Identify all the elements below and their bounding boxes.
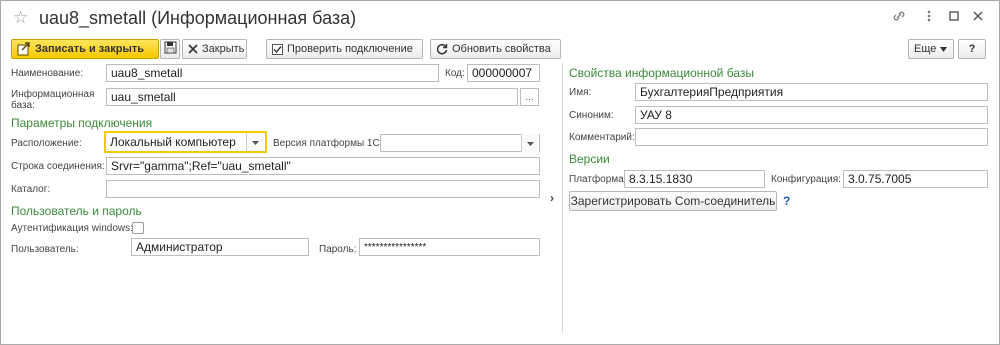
platform-field[interactable]: 8.3.15.1830 (624, 170, 765, 188)
password-field[interactable]: **************** (359, 238, 540, 256)
platform-version-label: Версия платформы 1С: (273, 138, 383, 149)
connection-params-heading: Параметры подключения (11, 116, 153, 130)
favorite-star-icon[interactable]: ☆ (13, 8, 28, 28)
more-menu-button[interactable]: Еще (908, 39, 954, 59)
user-password-heading: Пользователь и пароль (11, 204, 142, 218)
infobase-select-button[interactable]: ... (520, 88, 539, 106)
comment-label: Комментарий: (569, 132, 635, 143)
window-title: uau8_smetall (Информационная база) (39, 8, 357, 28)
windows-auth-label: Аутентификация windows: (11, 223, 133, 234)
save-and-close-button[interactable]: Записать и закрыть (11, 39, 159, 59)
more-label: Еще (914, 43, 937, 55)
close-x-icon (188, 44, 198, 54)
synonym-field[interactable]: УАУ 8 (635, 106, 988, 124)
comment-field[interactable] (635, 128, 988, 146)
register-com-label: Зарегистрировать Com-соединитель (570, 194, 776, 208)
user-label: Пользователь: (11, 244, 79, 255)
location-value: Локальный компьютер (110, 135, 236, 149)
link-icon[interactable] (892, 9, 910, 23)
floppy-disk-icon (164, 41, 177, 57)
configuration-label: Конфигурация: (771, 174, 841, 185)
location-label: Расположение: (11, 138, 82, 149)
more-vert-icon[interactable] (922, 9, 940, 23)
close-label: Закрыть (202, 43, 245, 55)
platform-label: Платформа: (569, 174, 627, 185)
chevron-down-icon (940, 43, 948, 55)
name-field[interactable]: uau8_smetall (106, 64, 439, 82)
close-button[interactable]: Закрыть (182, 39, 247, 59)
infobase-label-line2: база: (11, 100, 35, 111)
save-button[interactable] (160, 39, 180, 59)
ib-name-field[interactable]: БухгалтерияПредприятия (635, 83, 988, 101)
maximize-icon[interactable] (947, 9, 965, 23)
name-label: Наименование: (11, 68, 84, 79)
refresh-icon (436, 43, 448, 55)
platform-version-select[interactable] (380, 134, 540, 152)
platform-version-dropdown-button[interactable] (521, 134, 539, 152)
title-bar: ☆ uau8_smetall (Информационная база) (1, 1, 999, 35)
infobase-properties-heading: Свойства информационной базы (569, 66, 754, 80)
checkbox-icon (272, 43, 283, 55)
chevron-right-icon[interactable]: › (550, 191, 554, 205)
refresh-properties-button[interactable]: Обновить свойства (430, 39, 561, 59)
close-icon[interactable] (971, 9, 989, 23)
versions-heading: Версии (569, 152, 610, 166)
help-button[interactable]: ? (958, 39, 986, 59)
ib-name-label: Имя: (569, 87, 592, 98)
infobase-label-line1: Информационная (11, 89, 95, 100)
connection-string-label: Строка соединения: (11, 161, 105, 172)
command-bar: Записать и закрыть Закрыть Проверить под… (1, 37, 999, 61)
synonym-label: Синоним: (569, 110, 614, 121)
panel-splitter[interactable]: › (547, 63, 563, 343)
save-close-icon (17, 42, 31, 56)
chevron-down-icon (527, 137, 534, 149)
check-connection-label: Проверить подключение (287, 43, 413, 55)
save-and-close-label: Записать и закрыть (35, 43, 145, 55)
check-connection-button[interactable]: Проверить подключение (266, 39, 423, 59)
catalog-field[interactable] (106, 180, 540, 198)
location-select[interactable]: Локальный компьютер (104, 131, 267, 153)
code-label: Код: (445, 68, 465, 79)
refresh-properties-label: Обновить свойства (452, 43, 551, 55)
catalog-label: Каталог: (11, 184, 51, 195)
help-label: ? (968, 43, 976, 55)
help-question-icon[interactable]: ? (783, 194, 790, 208)
configuration-field[interactable]: 3.0.75.7005 (843, 170, 988, 188)
code-field[interactable]: 000000007 (467, 64, 540, 82)
windows-auth-checkbox[interactable] (132, 222, 144, 234)
infobase-form-window: ☆ uau8_smetall (Информационная база) Зап… (0, 0, 1000, 345)
infobase-field[interactable]: uau_smetall (106, 88, 518, 106)
password-label: Пароль: (319, 244, 357, 255)
splitter-line (562, 63, 563, 333)
connection-string-field[interactable]: Srvr="gamma";Ref="uau_smetall" (106, 157, 540, 175)
location-dropdown-button[interactable] (246, 133, 264, 151)
user-field[interactable]: Администратор (131, 238, 309, 256)
register-com-connector-button[interactable]: Зарегистрировать Com-соединитель (569, 191, 777, 211)
chevron-down-icon (252, 136, 259, 148)
